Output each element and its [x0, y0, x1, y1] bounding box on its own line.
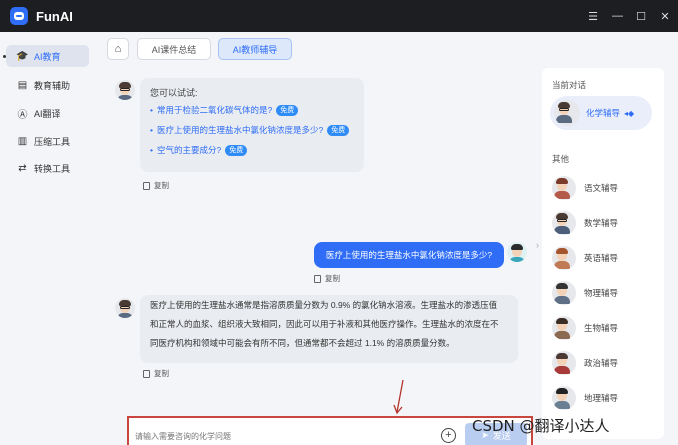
annotation-arrow	[393, 379, 404, 415]
copy-label: 复制	[325, 274, 340, 283]
title-bar: FunAI ☰ — ☐ ✕	[0, 0, 678, 32]
tab-label: AI教师辅导	[232, 44, 278, 55]
answer-text: 医疗上使用的生理盐水通常是指溶质质量分数为 0.9% 的氯化钠水溶液。生理盐水的…	[150, 300, 499, 348]
sidebar-item-label: 教育辅助	[34, 80, 71, 91]
close-icon[interactable]: ✕	[660, 10, 670, 23]
tutor-avatar	[552, 211, 576, 235]
tutor-item-geography[interactable]: 地理辅导	[552, 386, 618, 410]
sidebar-item-label: 转换工具	[34, 163, 71, 174]
copy-icon	[143, 369, 150, 378]
translate-icon: Ⓐ	[17, 109, 28, 121]
convert-icon: ⇄	[18, 162, 27, 174]
minimize-icon[interactable]: —	[612, 10, 623, 22]
suggestion-text: 空气的主要成分?	[156, 145, 222, 155]
current-tutor-card[interactable]: 化学辅导 ◂◆	[550, 96, 652, 130]
suggestion-text: 常用于检验二氧化碳气体的是?	[156, 105, 273, 115]
tutor-item-biology[interactable]: 生物辅导	[552, 316, 618, 340]
tutor-panel: 当前对话 化学辅导 ◂◆ 其他 语文辅导 数学辅导 英语辅导 物理辅导 生物辅导…	[542, 68, 664, 439]
tutor-avatar	[552, 246, 576, 270]
sidebar-item-label: AI教育	[34, 51, 61, 62]
free-badge: 免费	[276, 104, 299, 116]
plus-icon: +	[445, 429, 452, 441]
home-button[interactable]: ⌂	[107, 38, 129, 60]
tutor-item-chinese[interactable]: 语文辅导	[552, 176, 618, 200]
compress-icon: ▥	[17, 135, 28, 147]
tutor-avatar	[552, 176, 576, 200]
tutor-name: 语文辅导	[584, 183, 619, 193]
others-label: 其他	[552, 154, 570, 164]
suggestions-bubble: 您可以试试: • 常用于检验二氧化碳气体的是? 免费 • 医疗上使用的生理盐水中…	[140, 78, 364, 172]
maximize-icon[interactable]: ☐	[636, 10, 646, 23]
collapse-panel-icon[interactable]: ›	[536, 240, 539, 250]
sidebar-item-compress-tool[interactable]: ▥ 压缩工具	[6, 130, 89, 152]
app-name: FunAI	[36, 8, 73, 24]
window-controls: ☰ — ☐ ✕	[588, 0, 670, 32]
copy-button[interactable]: 复制	[143, 368, 169, 379]
user-message: 医疗上使用的生理盐水中氯化钠浓度是多少?	[314, 242, 504, 268]
tutor-name: 物理辅导	[584, 288, 619, 298]
home-icon: ⌂	[114, 43, 122, 55]
suggestion-item[interactable]: • 空气的主要成分? 免费	[150, 144, 248, 156]
tutor-item-physics[interactable]: 物理辅导	[552, 281, 618, 305]
sidebar-item-label: AI翻译	[34, 108, 61, 119]
copy-button[interactable]: 复制	[143, 180, 169, 191]
tutor-item-english[interactable]: 英语辅导	[552, 246, 618, 270]
user-avatar	[507, 242, 527, 262]
current-conversation-label: 当前对话	[552, 80, 587, 90]
tutor-name: 政治辅导	[584, 358, 619, 368]
active-indicator	[3, 55, 6, 58]
suggestion-item[interactable]: • 医疗上使用的生理盐水中氯化钠浓度是多少? 免费	[150, 124, 350, 136]
copy-label: 复制	[154, 181, 169, 190]
tab-ai-courseware-summary[interactable]: AI课件总结	[137, 38, 211, 60]
tab-label: AI课件总结	[151, 44, 197, 55]
copy-label: 复制	[154, 369, 169, 378]
audio-wave-icon: ◂◆	[624, 108, 635, 118]
add-attachment-button[interactable]: +	[441, 428, 456, 443]
tutor-avatar	[115, 80, 135, 100]
current-tutor-name: 化学辅导	[586, 108, 621, 118]
tutor-avatar	[115, 298, 135, 318]
tutor-name: 数学辅导	[584, 218, 619, 228]
sidebar-item-label: 压缩工具	[34, 136, 71, 147]
sidebar-item-convert-tool[interactable]: ⇄ 转换工具	[6, 157, 89, 179]
tutor-item-politics[interactable]: 政治辅导	[552, 351, 618, 375]
free-badge: 免费	[327, 124, 350, 136]
tutor-item-math[interactable]: 数学辅导	[552, 211, 618, 235]
suggestions-title: 您可以试试:	[150, 88, 198, 98]
tutor-name: 英语辅导	[584, 253, 619, 263]
sidebar: 🎓 AI教育 ▤ 教育辅助 Ⓐ AI翻译 ▥ 压缩工具 ⇄ 转换工具	[0, 32, 97, 445]
user-message-text: 医疗上使用的生理盐水中氯化钠浓度是多少?	[325, 250, 493, 260]
tutor-name: 生物辅导	[584, 323, 619, 333]
chat-area: 您可以试试: • 常用于检验二氧化碳气体的是? 免费 • 医疗上使用的生理盐水中…	[101, 68, 535, 445]
tutor-avatar	[552, 351, 576, 375]
tab-ai-teacher-tutor[interactable]: AI教师辅导	[218, 38, 292, 60]
watermark: CSDN @翻译小达人	[472, 417, 610, 435]
sidebar-item-ai-education[interactable]: 🎓 AI教育	[3, 45, 89, 67]
question-input[interactable]	[135, 428, 435, 444]
graduation-cap-icon: 🎓	[16, 50, 29, 62]
tutor-avatar	[552, 316, 576, 340]
tutor-avatar	[552, 386, 576, 410]
suggestion-text: 医疗上使用的生理盐水中氯化钠浓度是多少?	[156, 125, 324, 135]
chemistry-tutor-avatar	[554, 100, 580, 126]
sidebar-item-ai-translate[interactable]: Ⓐ AI翻译	[6, 102, 89, 124]
suggestion-item[interactable]: • 常用于检验二氧化碳气体的是? 免费	[150, 104, 299, 116]
book-icon: ▤	[17, 79, 28, 91]
copy-icon	[143, 181, 150, 190]
tutor-name: 地理辅导	[584, 393, 619, 403]
sidebar-item-education-assist[interactable]: ▤ 教育辅助	[6, 74, 89, 96]
copy-icon	[314, 274, 321, 283]
answer-bubble: 医疗上使用的生理盐水通常是指溶质质量分数为 0.9% 的氯化钠水溶液。生理盐水的…	[140, 295, 518, 363]
app-logo-icon	[10, 7, 28, 25]
copy-button[interactable]: 复制	[314, 273, 340, 284]
free-badge: 免费	[225, 144, 248, 156]
tutor-avatar	[552, 281, 576, 305]
menu-icon[interactable]: ☰	[588, 10, 598, 23]
